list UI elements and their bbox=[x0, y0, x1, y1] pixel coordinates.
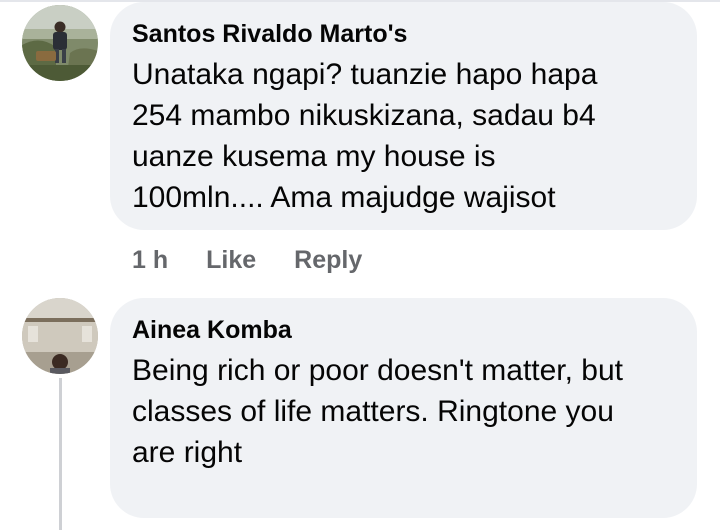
avatar[interactable] bbox=[22, 5, 98, 81]
comment-actions: 1 h Like Reply bbox=[132, 240, 362, 280]
comment-thread: Santos Rivaldo Marto's Unataka ngapi? tu… bbox=[0, 0, 720, 530]
profile-photo-icon bbox=[22, 298, 98, 374]
like-button[interactable]: Like bbox=[206, 246, 256, 275]
comment-bubble: Santos Rivaldo Marto's Unataka ngapi? tu… bbox=[110, 2, 697, 230]
reply-button[interactable]: Reply bbox=[294, 246, 362, 275]
comment-bubble: Ainea Komba Being rich or poor doesn't m… bbox=[110, 298, 697, 518]
comment-author[interactable]: Santos Rivaldo Marto's bbox=[132, 18, 673, 50]
comment-text: Unataka ngapi? tuanzie hapo hapa 254 mam… bbox=[132, 58, 598, 214]
comment-timestamp[interactable]: 1 h bbox=[132, 246, 168, 275]
reply-thread-line bbox=[59, 378, 62, 530]
comment-text: Being rich or poor doesn't matter, but c… bbox=[132, 354, 624, 469]
comment-author[interactable]: Ainea Komba bbox=[132, 314, 673, 346]
profile-photo-icon bbox=[22, 5, 98, 81]
avatar[interactable] bbox=[22, 298, 98, 374]
